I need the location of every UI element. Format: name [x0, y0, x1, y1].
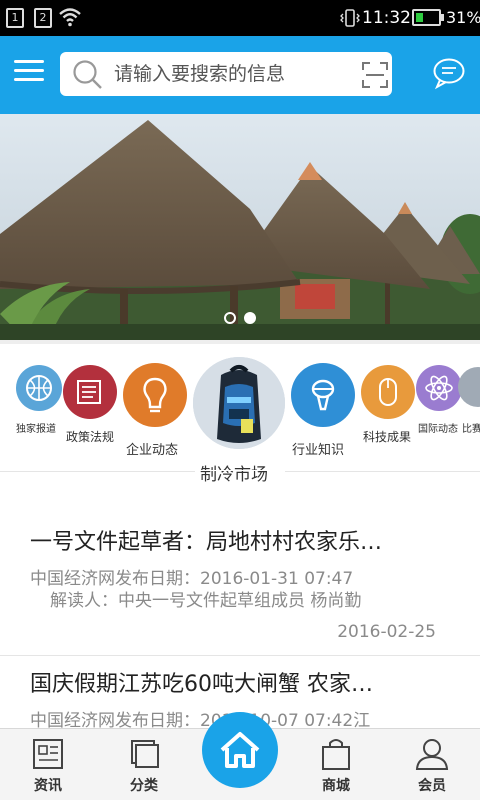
news-date: 2016-02-25 — [337, 622, 436, 642]
banner-image — [0, 114, 480, 340]
vibrate-icon — [340, 9, 360, 27]
sim2-icon: 2 — [34, 8, 52, 28]
tab-mall[interactable]: 商城 — [288, 729, 384, 800]
lightbulb-icon — [143, 377, 167, 413]
battery-tip — [441, 14, 444, 21]
shopping-bag-icon — [322, 739, 350, 770]
news-icon — [33, 739, 63, 769]
category-tech-label[interactable]: 科技成果 — [363, 428, 411, 445]
app-header — [0, 36, 480, 114]
battery-level — [416, 13, 423, 22]
home-icon — [220, 732, 260, 768]
category-enterprise-label[interactable]: 企业动态 — [126, 439, 178, 458]
wifi-icon — [59, 8, 81, 27]
search-icon — [73, 60, 102, 89]
clock: 11:32 — [362, 8, 411, 28]
news-meta: 解读人：中央一号文件起草组成员 杨尚勤 — [50, 591, 362, 611]
category-divider-left — [0, 471, 195, 472]
news-divider — [0, 655, 480, 656]
carousel-dot-2[interactable] — [244, 312, 256, 324]
category-exclusive-label[interactable]: 独家报道 — [16, 420, 56, 435]
menu-icon[interactable] — [14, 58, 46, 84]
category-refrigeration-label[interactable]: 制冷市场 — [200, 460, 268, 485]
tab-news-label: 资讯 — [34, 778, 62, 794]
tab-mall-label: 商城 — [322, 778, 350, 794]
basketball-icon — [26, 375, 52, 401]
news-title[interactable]: 国庆假期江苏吃60吨大闸蟹 农家… — [30, 666, 373, 698]
mouse-icon — [379, 378, 397, 406]
section-divider — [0, 340, 480, 344]
category-icon — [131, 740, 159, 768]
category-knowledge-icon[interactable] — [291, 363, 355, 427]
message-icon[interactable] — [432, 56, 466, 90]
microphone-icon — [311, 379, 335, 411]
category-intl-label[interactable]: 国际动态 — [418, 420, 458, 435]
tab-category-label: 分类 — [130, 778, 158, 794]
tab-member-label: 会员 — [418, 778, 446, 794]
tab-member[interactable]: 会员 — [384, 729, 480, 800]
category-refrigeration-image[interactable] — [193, 357, 285, 449]
home-button[interactable] — [202, 712, 278, 788]
category-divider-right — [285, 471, 480, 472]
category-knowledge-label[interactable]: 行业知识 — [292, 439, 344, 458]
sim1-icon: 1 — [6, 8, 24, 28]
battery-percent: 31% — [446, 8, 480, 27]
user-icon — [415, 739, 449, 770]
category-tech-icon[interactable] — [361, 365, 415, 419]
category-intl-icon[interactable] — [416, 365, 462, 411]
search-bar[interactable] — [60, 52, 392, 96]
category-exclusive-icon[interactable] — [16, 365, 62, 411]
news-title[interactable]: 一号文件起草者：局地村村农家乐… — [30, 524, 382, 556]
status-bar: 1 2 11:32 31% — [0, 0, 480, 36]
carousel-dot-1[interactable] — [224, 312, 236, 324]
category-more-label[interactable]: 比赛 — [462, 420, 480, 435]
atom-icon — [425, 375, 453, 401]
category-policy-label[interactable]: 政策法规 — [66, 428, 114, 445]
category-policy-icon[interactable] — [63, 365, 117, 419]
document-icon — [77, 380, 101, 404]
tab-category[interactable]: 分类 — [96, 729, 192, 800]
category-enterprise-icon[interactable] — [123, 363, 187, 427]
battery-icon — [412, 9, 441, 26]
search-input[interactable] — [114, 58, 344, 90]
scan-icon[interactable] — [362, 62, 388, 88]
label-gap — [200, 470, 280, 471]
backpack-image — [193, 357, 285, 449]
banner-carousel[interactable] — [0, 114, 480, 340]
tab-news[interactable]: 资讯 — [0, 729, 96, 800]
